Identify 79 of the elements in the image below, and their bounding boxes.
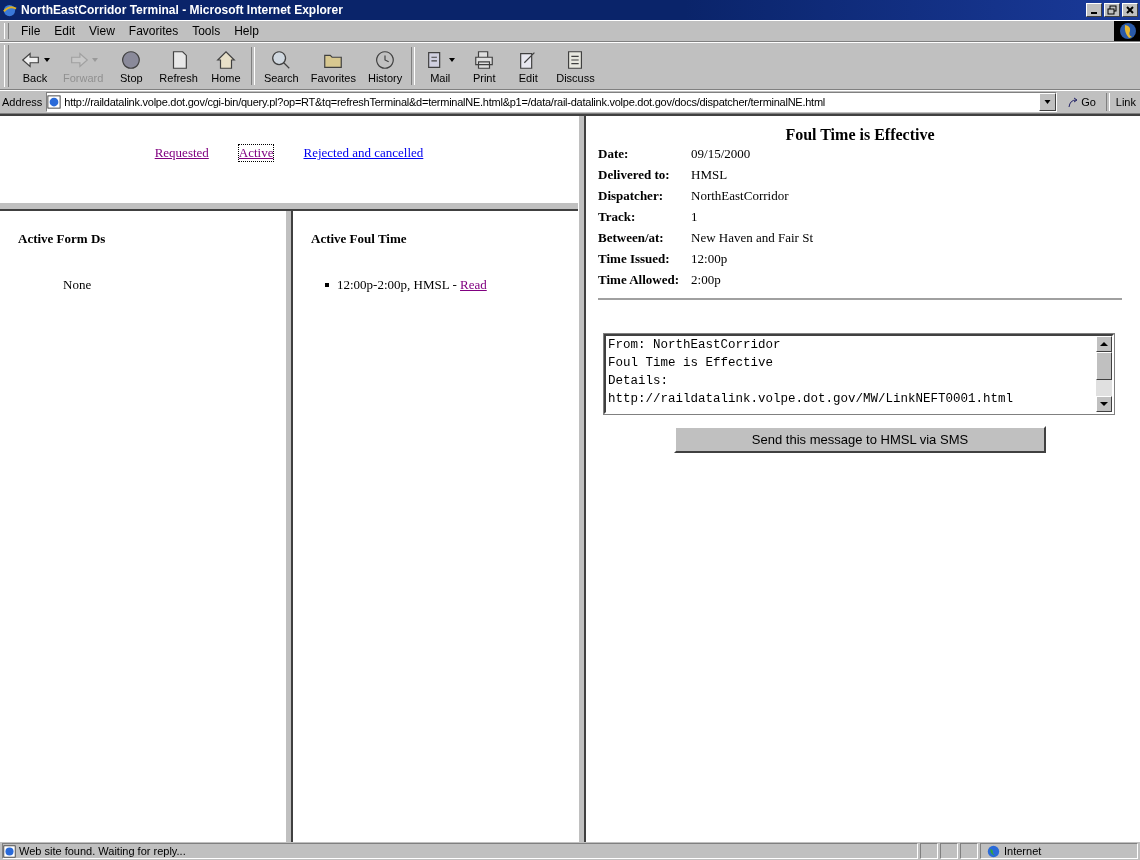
read-link[interactable]: Read: [460, 277, 487, 292]
stop-icon: [120, 49, 143, 71]
field-label: Date:: [598, 146, 630, 162]
dropdown-button[interactable]: [1039, 93, 1057, 111]
field-value: New Haven and Fair St: [691, 230, 815, 246]
home-icon: [214, 49, 237, 71]
print-button[interactable]: Print: [462, 46, 507, 86]
forward-icon: [68, 49, 91, 71]
back-icon: [20, 49, 42, 71]
favorites-button[interactable]: Favorites: [304, 46, 362, 86]
history-button[interactable]: History: [362, 46, 409, 86]
history-icon: [374, 49, 397, 71]
section-heading: Active Form Ds: [18, 231, 107, 247]
status-panel: [960, 843, 978, 859]
mail-button[interactable]: Mail: [418, 46, 463, 86]
field-value: 09/15/2000: [691, 146, 752, 162]
print-icon: [473, 49, 496, 71]
home-button[interactable]: Home: [203, 46, 248, 86]
nav-link[interactable]: Requested: [154, 145, 209, 161]
message-textarea[interactable]: From: NorthEastCorridor Foul Time is Effective Details: http://raildatalink.volpe.dot.gov/MW/LinkNEFT0001.html: [604, 334, 1114, 414]
scroll-down-button[interactable]: [1096, 396, 1112, 412]
down-arrow-icon: [1100, 402, 1108, 406]
field-label: Time Allowed:: [598, 272, 680, 288]
status-panel: [920, 843, 938, 859]
field-label: Track:: [598, 209, 637, 225]
empty-text: None: [63, 277, 93, 293]
field-value: HMSL: [691, 167, 729, 183]
discuss-button[interactable]: Discuss: [550, 46, 601, 86]
field-label: Time Issued:: [598, 251, 671, 267]
address-field[interactable]: http://raildatalink.volpe.dot.gov/cgi-bin/query.pl?op=RT&tq=refreshTerminal&d=terminalNE.html&p1=/data/rail-datalink.volpe.dot.gov/docs/dispatcher/terminalNE.html: [46, 92, 1058, 112]
edit-button[interactable]: Edit: [506, 46, 551, 86]
field-label: Delivered to:: [598, 167, 671, 183]
scroll-thumb[interactable]: [1096, 352, 1112, 380]
field-value: 12:00p: [691, 251, 729, 267]
menu-item[interactable]: File: [15, 23, 47, 39]
refresh-button[interactable]: Refresh: [153, 46, 204, 86]
field-label: Dispatcher:: [598, 188, 664, 204]
address-label: Address: [2, 96, 43, 108]
bullet-icon: [325, 283, 329, 287]
foul-time-entry: 12:00p-2:00p, HMSL - Read: [337, 277, 487, 293]
status-text: Web site found. Waiting for reply...: [19, 845, 186, 857]
close-icon: [1125, 5, 1135, 15]
up-arrow-icon: [1100, 342, 1108, 346]
links-button[interactable]: Link: [1113, 96, 1138, 108]
page-icon: [3, 844, 16, 858]
globe-icon: [987, 844, 1000, 858]
menu-item[interactable]: Edit: [48, 23, 82, 39]
menu-item[interactable]: Tools: [186, 23, 227, 39]
minimize-button[interactable]: [1086, 3, 1102, 17]
nav-link[interactable]: Rejected and cancelled: [303, 145, 424, 161]
arrow-icon: [1067, 96, 1080, 108]
send-sms-button[interactable]: Send this message to HMSL via SMS: [674, 426, 1046, 453]
browser-icon: [2, 2, 17, 18]
page-icon: [47, 95, 62, 109]
field-value: 2:00p: [691, 272, 722, 288]
close-button[interactable]: [1122, 3, 1138, 17]
restore-icon: [1107, 5, 1117, 15]
section-heading: Active Foul Time: [311, 231, 408, 247]
message-title: Foul Time is Effective: [784, 126, 936, 144]
status-panel: [940, 843, 958, 859]
globe-logo-icon: [1114, 21, 1140, 41]
menu-item[interactable]: Favorites: [122, 23, 185, 39]
stop-button[interactable]: Stop: [109, 46, 154, 86]
search-button[interactable]: Search: [257, 46, 305, 86]
scrollbar-track[interactable]: [1096, 336, 1112, 412]
caret-icon: [1044, 100, 1052, 104]
menu-item[interactable]: View: [83, 23, 121, 39]
go-button[interactable]: Go: [1061, 96, 1102, 108]
window-title: NorthEastCorridor Terminal - Microsoft Internet Explorer: [21, 3, 344, 17]
field-label: Between/at:: [598, 230, 665, 246]
back-button[interactable]: Back: [13, 46, 57, 86]
field-value: NorthEastCorridor: [691, 188, 790, 204]
field-value: 1: [691, 209, 699, 225]
zone-label: Internet: [1004, 845, 1042, 857]
restore-button[interactable]: [1104, 3, 1120, 17]
minimize-icon: [1091, 12, 1097, 14]
nav-link[interactable]: Active: [238, 145, 274, 161]
scroll-up-button[interactable]: [1096, 336, 1112, 352]
menu-item[interactable]: Help: [228, 23, 265, 39]
